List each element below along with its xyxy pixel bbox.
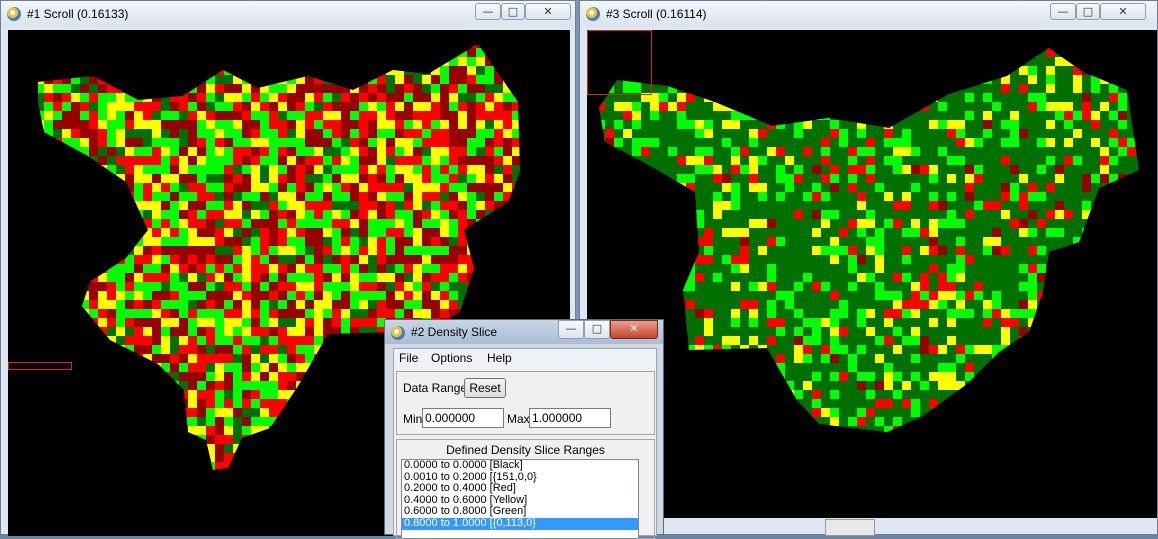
maximize-button[interactable]: □ [584, 320, 610, 339]
window-3-titlebar[interactable]: #3 Scroll (0.16114) — □ ✕ [580, 1, 1157, 27]
minimize-button[interactable]: — [558, 320, 584, 339]
close-button[interactable]: ✕ [610, 320, 658, 339]
dialog-titlebar[interactable]: #2 Density Slice — □ ✕ [385, 320, 663, 344]
scroll-window-3[interactable]: #3 Scroll (0.16114) — □ ✕ [579, 0, 1158, 536]
slice-ranges-list[interactable]: 0.0000 to 0.0000 [Black] 0.0010 to 0.2000… [401, 459, 639, 539]
close-button[interactable]: ✕ [525, 3, 571, 20]
slice-ranges-group: Defined Density Slice Ranges 0.0000 to 0… [396, 439, 655, 539]
min-label: Min [403, 412, 423, 426]
roi-box[interactable] [8, 362, 72, 370]
dialog-title: #2 Density Slice [411, 325, 498, 339]
window-3-title: #3 Scroll (0.16114) [606, 7, 707, 21]
roi-box[interactable] [587, 30, 652, 95]
menu-bar: File Options Help [394, 349, 656, 367]
min-input[interactable] [422, 408, 504, 428]
menu-options[interactable]: Options [431, 351, 472, 365]
density-slice-dialog[interactable]: #2 Density Slice — □ ✕ File Options Help… [384, 319, 664, 539]
background-window-fragment [825, 519, 875, 536]
slice-range-item[interactable]: 0.0000 to 0.0000 [Black] [402, 460, 638, 472]
menu-help[interactable]: Help [487, 351, 512, 365]
ranges-header: Defined Density Slice Ranges [446, 443, 605, 457]
slice-range-item[interactable]: 0.8000 to 1.0000 [{0,113,0} [402, 517, 638, 530]
data-range-group: Data Range Reset Min Max [396, 371, 655, 435]
max-label: Max [507, 412, 530, 426]
envi-app-icon [391, 326, 405, 340]
image-viewport-3[interactable] [587, 30, 1157, 518]
minimize-button[interactable]: — [1050, 3, 1076, 20]
window-1-titlebar[interactable]: #1 Scroll (0.16133) — □ ✕ [1, 1, 575, 27]
maximize-button[interactable]: □ [1076, 3, 1100, 20]
envi-app-icon [586, 7, 600, 21]
window-1-title: #1 Scroll (0.16133) [27, 7, 129, 21]
data-range-label: Data Range [403, 381, 468, 395]
reset-button[interactable]: Reset [464, 378, 506, 398]
envi-app-icon [7, 7, 21, 21]
ndvi-map-3[interactable] [587, 30, 1157, 518]
menu-file[interactable]: File [399, 351, 418, 365]
max-input[interactable] [529, 408, 611, 428]
close-button[interactable]: ✕ [1100, 3, 1146, 20]
maximize-button[interactable]: □ [501, 3, 525, 20]
dialog-body: File Options Help Data Range Reset Min M… [393, 348, 657, 539]
minimize-button[interactable]: — [475, 3, 501, 20]
